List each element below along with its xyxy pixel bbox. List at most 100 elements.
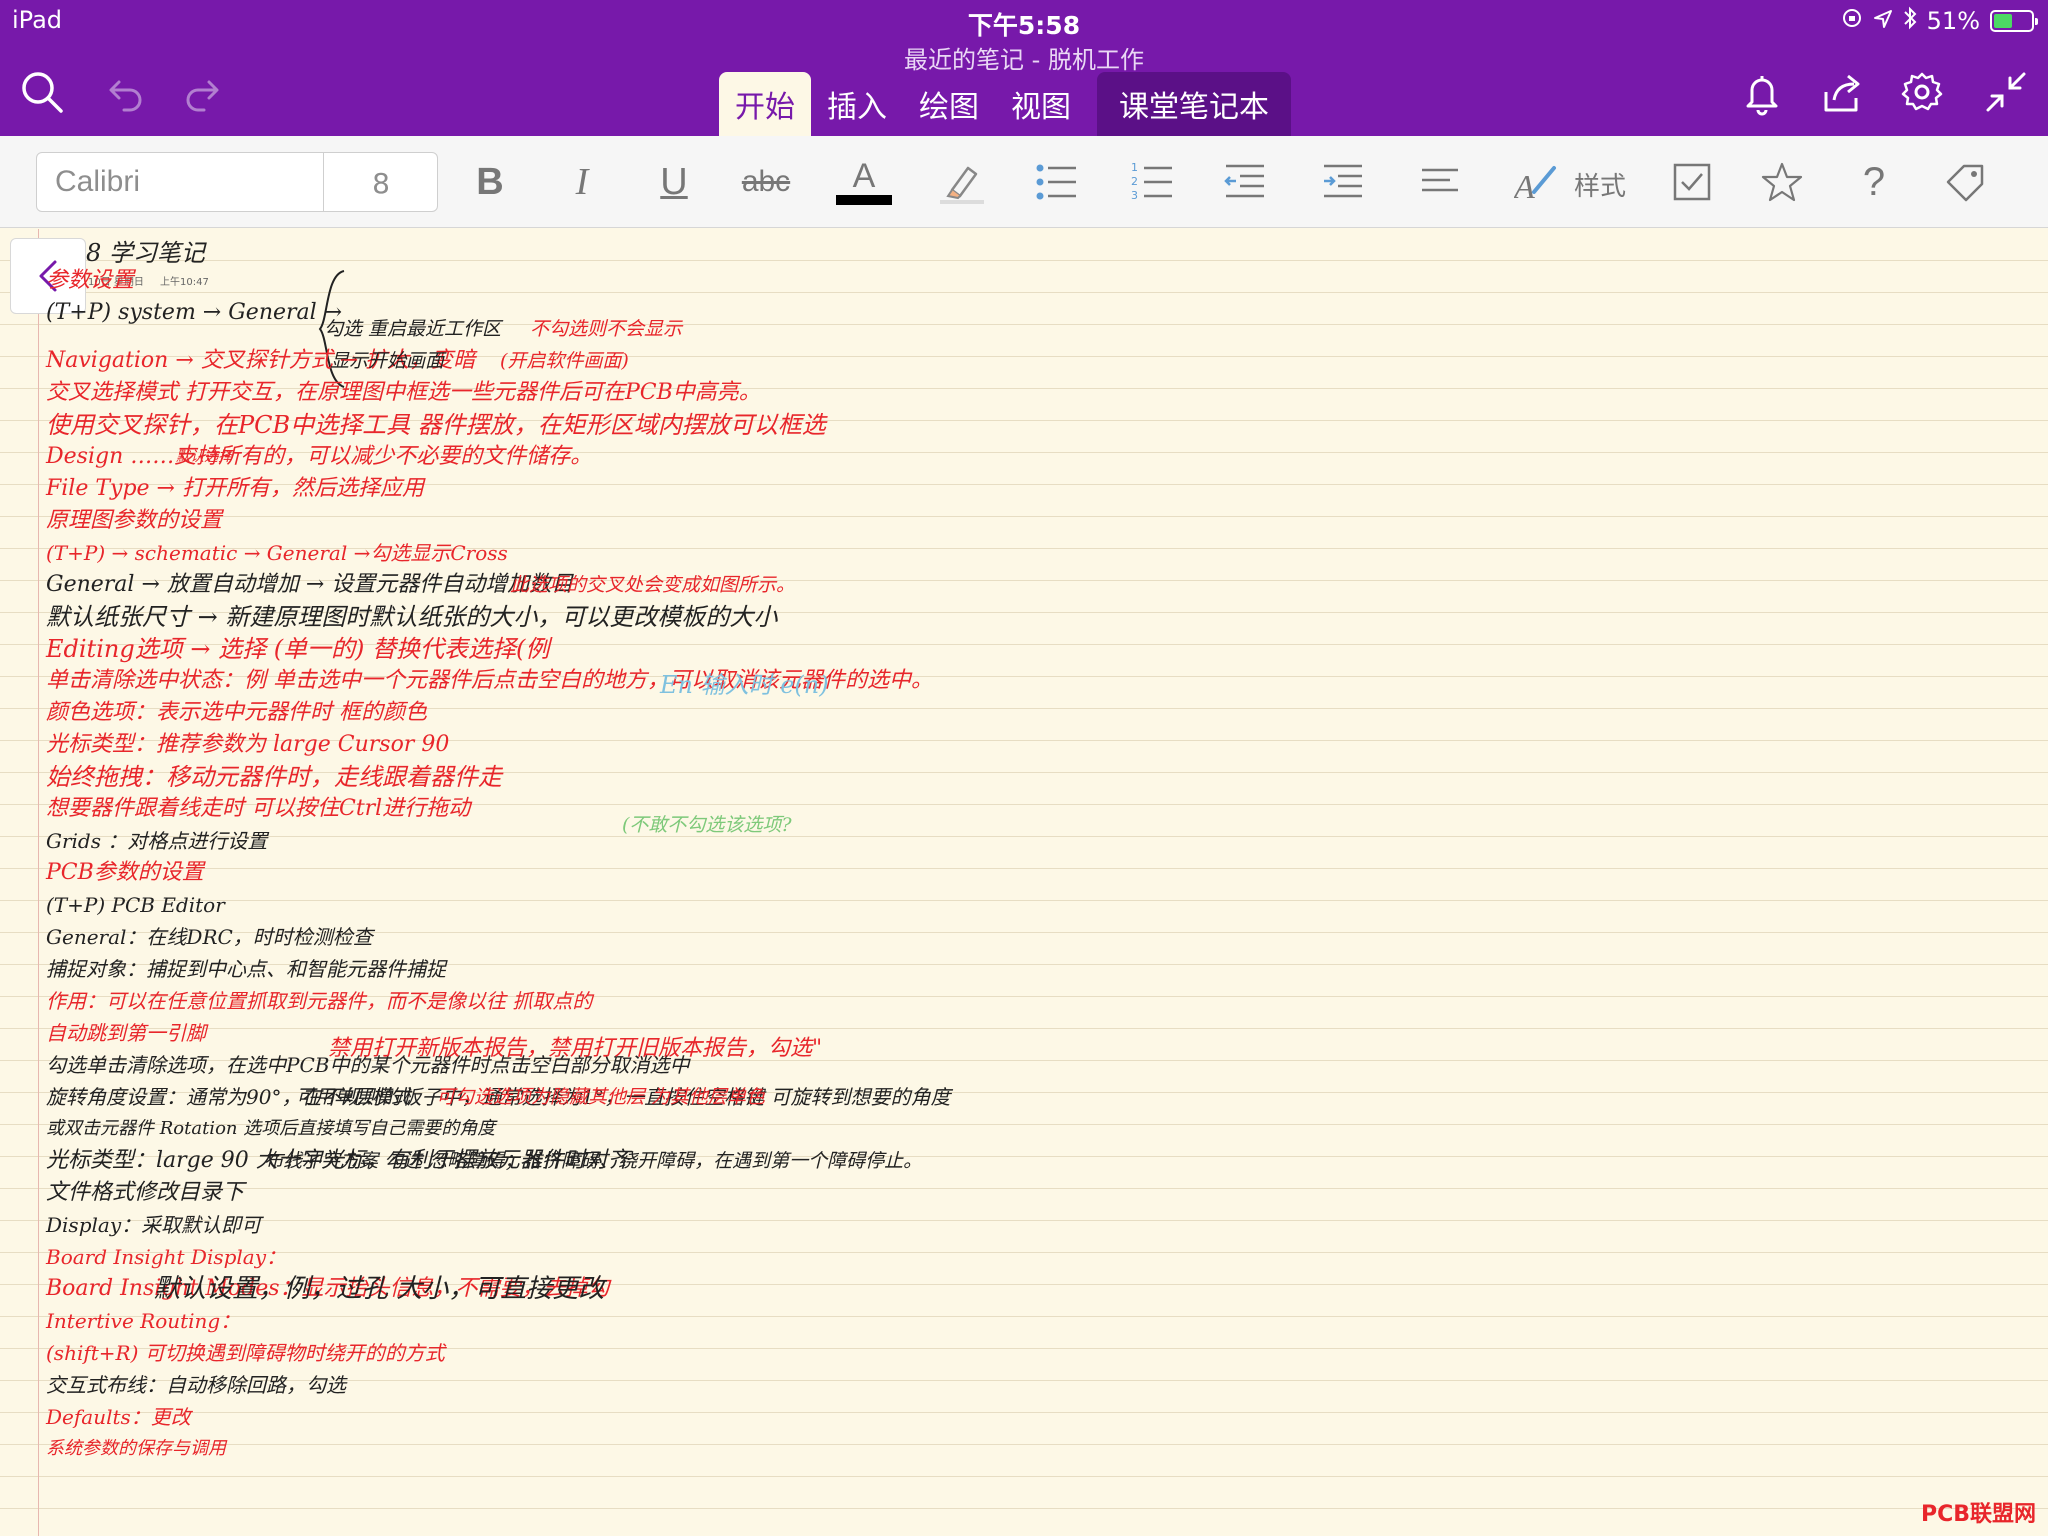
increase-indent-icon [1324,164,1362,198]
gear-icon[interactable] [1898,68,1946,116]
location-icon [1873,7,1893,35]
svg-text:1: 1 [1131,161,1138,174]
note-n1b[interactable]: 不勾选则不会显示 [530,313,682,345]
note-n2b[interactable]: (开启软件画面) [500,345,629,377]
tag-icon [1946,164,1984,202]
question-tag-button[interactable]: ? [1846,156,1902,208]
note-line[interactable]: 颜色选项：表示选中元器件时 框的颜色 [46,697,427,729]
note-n4[interactable]: 此选项的交叉处会变成如图所示。 [510,569,795,601]
note-line[interactable]: 默认纸张尺寸 → 新建原理图时默认纸张的大小，可以更改模板的大小 [46,601,777,633]
status-time: 下午5:58 [967,11,1081,40]
note-n10[interactable]: 布线冲突方案 勾选 忽略障碍；推挤障碍、绕开障碍，在遇到第一个障碍停止。 [264,1145,922,1177]
status-indicators: 51% [1841,6,2038,36]
note-line[interactable]: Intertive Routing： [46,1305,240,1337]
note-line[interactable]: 始终拖拽：移动元器件时，走线跟着器件走 [46,761,502,793]
font-name-field[interactable]: Calibri [55,165,140,199]
underline-label: U [660,160,688,203]
question-icon: ? [1862,159,1886,204]
tab-class-notebook[interactable]: 课堂笔记本 [1097,72,1291,136]
note-n3[interactable]: 默认选择 [176,441,232,473]
note-n11[interactable]: 默认设置，例，过孔 大小，可直接更改 [154,1273,604,1305]
note-line[interactable]: 光标类型：推荐参数为 large Cursor 90 [46,729,449,761]
battery-icon [1990,10,2038,32]
note-line[interactable]: File Type → 打开所有，然后选择应用 [46,473,424,505]
font-color-label: A [852,157,876,195]
tab-home[interactable]: 开始 [719,72,811,136]
note-n6[interactable]: (不敢不勾选该选项? [622,809,792,841]
highlighter-button[interactable] [934,156,990,208]
note-line[interactable]: (T+P) system → General → [46,297,342,329]
undo-icon[interactable] [100,68,148,116]
note-n1a[interactable]: 勾选 重启最近工作区 [324,313,501,345]
note-line[interactable]: 或双击元器件 Rotation 选项后直接填写自己需要的角度 [46,1113,495,1145]
note-n7[interactable]: 禁用打开新版本报告，禁用打开旧版本报告，勾选" [328,1033,822,1065]
note-line[interactable]: Board Insight Display： [46,1241,286,1273]
note-line[interactable]: 使用交叉探针，在PCB中选择工具 器件摆放，在矩形区域内摆放可以框选 [46,409,826,441]
battery-percent: 51% [1926,7,1980,35]
note-n9[interactable]: 可勾选选项为隐藏其他层 为其他层单色 [436,1081,765,1113]
note-line[interactable]: Grids ：对格点进行设置 [46,825,267,857]
note-line[interactable]: Editing选项 → 选择 (单一的) 替换代表选择(例 [46,633,549,665]
note-line[interactable]: 参数设置 [46,265,134,297]
app-header: iPad 下午5:58 51% 最近的笔记 - 脱机工作 开始 插入 绘图 视图… [0,0,2048,136]
bullet-list-button[interactable] [1028,156,1084,208]
highlighter-icon [940,166,984,204]
note-n5[interactable]: En 输入时 e(n) [660,669,829,701]
note-line[interactable]: 系统参数的保存与调用 [46,1433,226,1465]
italic-button[interactable]: I [554,156,610,208]
tab-draw[interactable]: 绘图 [903,72,995,136]
tab-view[interactable]: 视图 [995,72,1087,136]
numbered-list-button[interactable]: 123 [1124,156,1180,208]
rotation-lock-icon [1841,7,1863,35]
note-n2a[interactable]: 显示开始画面 [330,345,444,377]
note-line[interactable]: 作用：可以在任意位置抓取到元器件，而不是像以往 抓取点的 [46,985,592,1017]
align-button[interactable] [1412,156,1468,208]
strikethrough-button[interactable]: abc [738,156,794,208]
note-line[interactable]: 交互式布线：自动移除回路，勾选 [46,1369,346,1401]
font-size-field[interactable]: 8 [324,167,438,200]
svg-text:3: 3 [1131,189,1138,202]
bold-button[interactable]: B [462,156,518,208]
note-line[interactable]: (T+P) PCB Editor [46,889,225,921]
share-icon[interactable] [1818,68,1866,116]
note-page[interactable]: 8 学习笔记 10日 星期日 上午10:47 参数设置 (T+P) system … [0,229,2048,1536]
decrease-indent-button[interactable] [1216,156,1272,208]
note-line[interactable]: 自动跳到第一引脚 [46,1017,206,1049]
collapse-icon[interactable] [1982,68,2030,116]
note-line[interactable]: 交叉选择模式 打开交互，在原理图中框选一些元器件后可在PCB中高亮。 [46,377,761,409]
italic-label: I [575,161,589,203]
star-icon [1761,162,1803,202]
note-line[interactable]: 原理图参数的设置 [46,505,222,537]
note-line[interactable]: (shift+R) 可切换遇到障碍物时绕开的的方式 [46,1337,445,1369]
font-picker[interactable]: Calibri 8 [36,152,438,212]
search-icon[interactable] [18,68,66,116]
note-n8[interactable]: 可用单层模式 [296,1081,410,1113]
more-tags-button[interactable] [1938,156,1994,208]
note-line[interactable]: 捕捉对象：捕捉到中心点、和智能元器件捕捉 [46,953,446,985]
checkbox-icon [1673,163,1711,201]
note-line[interactable]: Defaults：更改 [46,1401,191,1433]
bell-icon[interactable] [1738,68,1786,116]
page-margin-line [38,229,39,1536]
note-line[interactable]: General：在线DRC，时时检测检查 [46,921,373,953]
underline-button[interactable]: U [646,156,702,208]
svg-text:2: 2 [1131,175,1138,188]
tab-insert[interactable]: 插入 [811,72,903,136]
strikethrough-label: abc [741,165,791,198]
note-line[interactable]: Display：采取默认即可 [46,1209,261,1241]
note-line[interactable]: General → 放置自动增加 → 设置元器件自动增加数目 [46,569,573,601]
todo-tag-button[interactable] [1664,156,1720,208]
font-color-swatch [836,195,892,205]
note-line[interactable]: PCB参数的设置 [46,857,204,889]
redo-icon[interactable] [180,68,228,116]
note-line[interactable]: (T+P) → schematic → General →勾选显示Cross [46,537,508,569]
important-tag-button[interactable] [1754,156,1810,208]
styles-button[interactable]: A [1508,156,1564,208]
note-line[interactable]: 想要器件跟着线走时 可以按住Ctrl进行拖动 [46,793,470,825]
note-line[interactable]: 文件格式修改目录下 [46,1177,244,1209]
note-line[interactable]: Design ……支持所有的，可以减少不必要的文件储存。 [46,441,592,473]
bluetooth-icon [1903,6,1917,36]
styles-label[interactable]: 样式 [1574,166,1626,203]
increase-indent-button[interactable] [1314,156,1370,208]
font-color-button[interactable]: A [836,156,892,208]
